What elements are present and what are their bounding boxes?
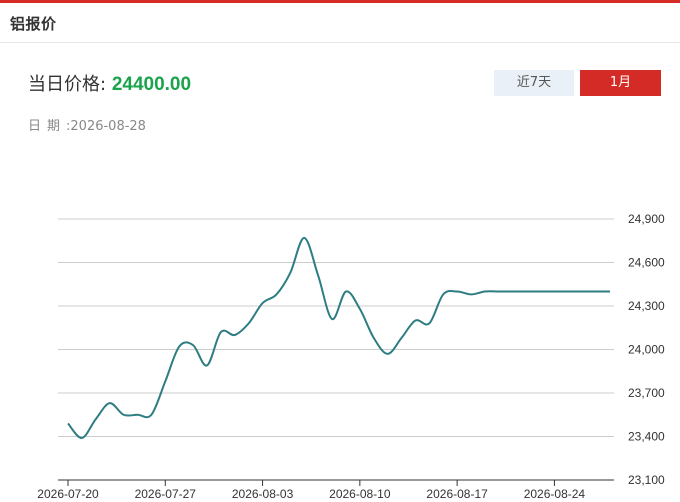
x-tick-label: 2026-08-17 — [426, 487, 488, 501]
price-data-point — [275, 293, 277, 295]
price-data-point — [164, 380, 166, 382]
x-tick-label: 2026-07-27 — [135, 487, 197, 501]
price-data-point — [401, 337, 403, 339]
price-data-point — [206, 364, 208, 366]
price-data-point — [484, 291, 486, 293]
price-data-point — [220, 331, 222, 333]
y-tick-label: 24,000 — [628, 343, 665, 357]
price-data-point — [345, 291, 347, 293]
price-data-point — [540, 291, 542, 293]
chart-x-axis: 2026-07-20 2026-07-27 2026-08-03 2026-08-10… — [37, 480, 585, 501]
x-tick-label: 2026-08-10 — [329, 487, 391, 501]
price-data-point — [234, 334, 236, 336]
price-data-point — [553, 291, 555, 293]
price-data-point — [387, 353, 389, 355]
y-tick-label: 24,300 — [628, 299, 665, 313]
y-tick-label: 23,100 — [628, 473, 665, 487]
price-data-point — [178, 346, 180, 348]
price-data-point — [428, 322, 430, 324]
y-tick-label: 23,700 — [628, 386, 665, 400]
price-data-point — [456, 291, 458, 293]
price-data-point — [150, 414, 152, 416]
chart-y-tick-labels: 23,100 23,400 23,700 24,000 24,300 24,600 24,9… — [628, 212, 665, 487]
price-data-point — [359, 308, 361, 310]
chart-gridlines — [58, 218, 614, 481]
price-data-point — [95, 418, 97, 420]
price-series-line — [67, 236, 610, 439]
price-data-point — [414, 320, 416, 322]
y-tick-label: 24,900 — [628, 212, 665, 226]
price-data-point — [512, 291, 514, 293]
price-line-chart: 23,100 23,400 23,700 24,000 24,300 24,600 24,9… — [37, 212, 665, 501]
price-data-point — [595, 291, 597, 293]
price-data-point — [317, 275, 319, 277]
chart-series-layer — [67, 236, 611, 439]
x-tick-label: 2026-08-24 — [524, 487, 586, 501]
price-data-point — [81, 437, 83, 439]
price-data-point — [442, 293, 444, 295]
price-data-point — [470, 293, 472, 295]
x-tick-label: 2026-08-03 — [232, 487, 294, 501]
price-data-point — [331, 318, 333, 320]
price-data-point — [67, 422, 69, 424]
price-data-point — [373, 337, 375, 339]
x-tick-label: 2026-07-20 — [37, 487, 99, 501]
price-data-point — [289, 272, 291, 274]
y-tick-label: 23,400 — [628, 430, 665, 444]
price-data-point — [248, 322, 250, 324]
price-data-point — [192, 344, 194, 346]
price-data-point — [526, 291, 528, 293]
price-data-point — [498, 291, 500, 293]
price-data-point — [609, 291, 611, 293]
price-data-point — [123, 414, 125, 416]
price-data-point — [109, 402, 111, 404]
y-tick-label: 24,600 — [628, 256, 665, 270]
price-data-point — [262, 302, 264, 304]
price-data-point — [303, 237, 305, 239]
price-data-point — [567, 291, 569, 293]
price-data-point — [136, 414, 138, 416]
price-data-point — [581, 291, 583, 293]
